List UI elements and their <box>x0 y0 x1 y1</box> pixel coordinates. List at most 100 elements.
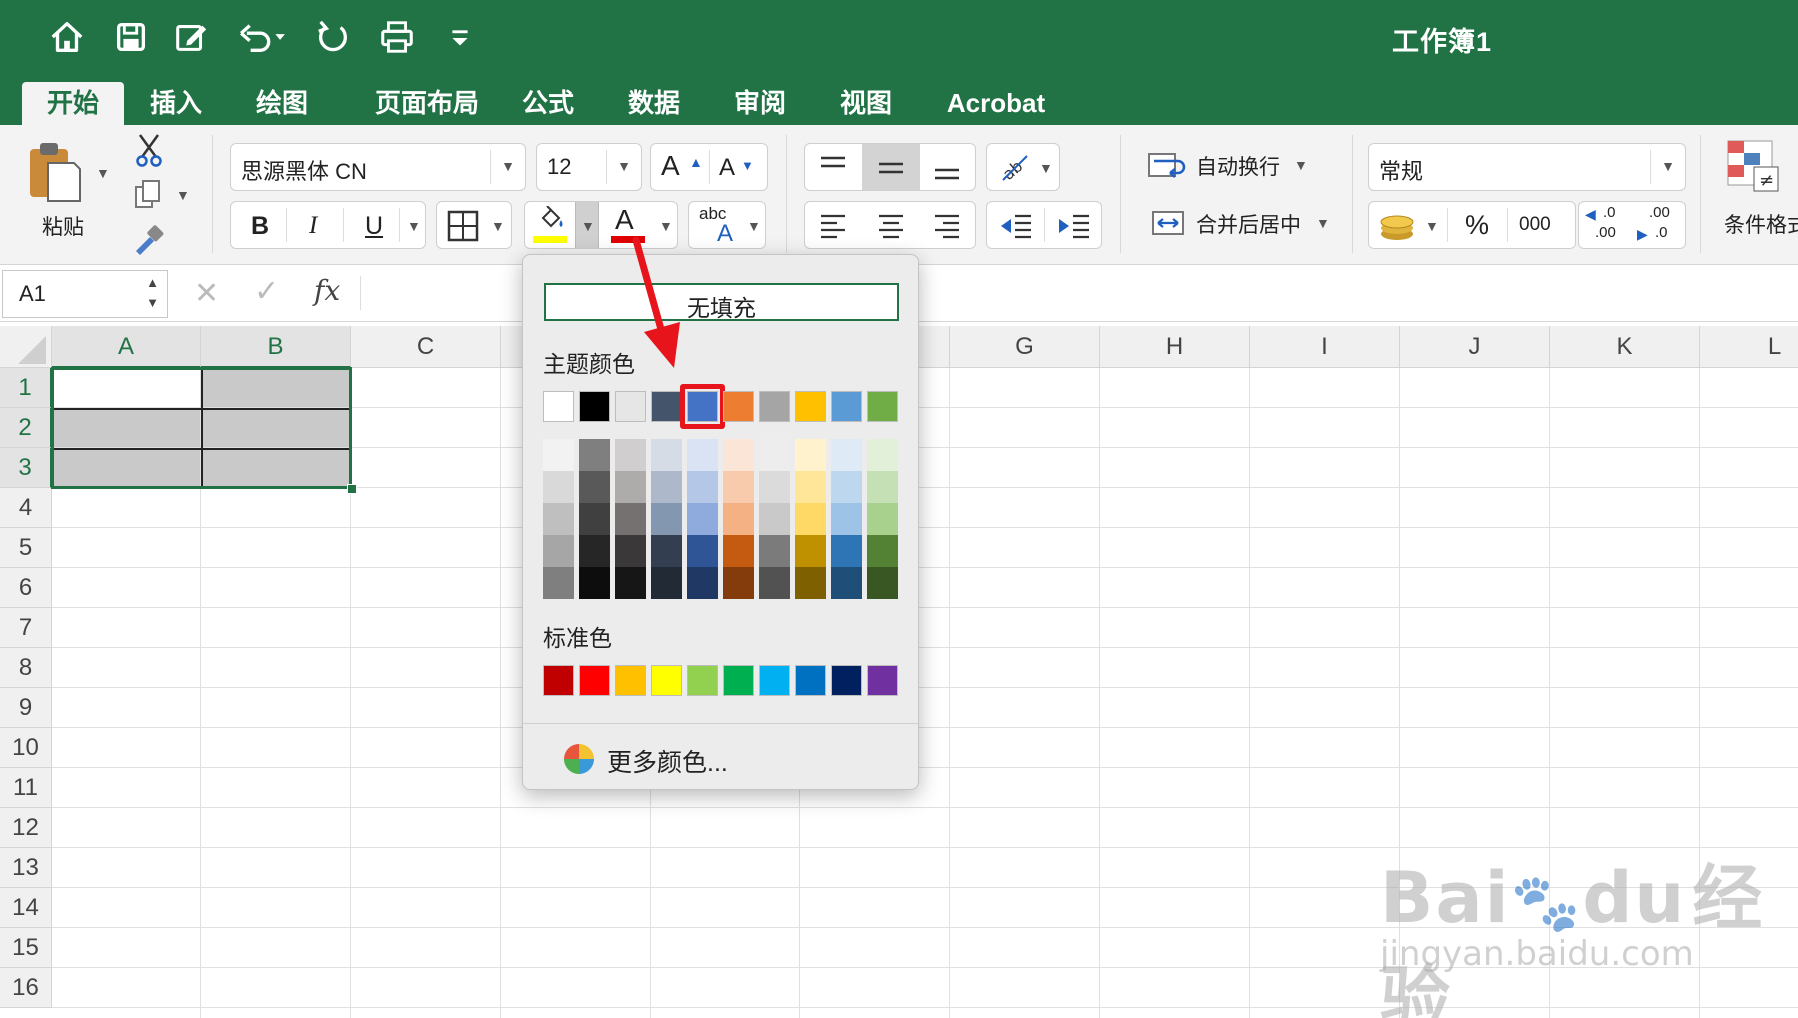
column-header[interactable]: H <box>1100 326 1250 368</box>
more-colors-button[interactable]: 更多颜色... <box>563 741 863 781</box>
home-icon[interactable] <box>48 18 86 56</box>
save-icon[interactable] <box>112 18 150 56</box>
theme-shade-swatch[interactable] <box>579 503 610 535</box>
row-header[interactable]: 15 <box>0 928 52 968</box>
undo-icon[interactable] <box>236 18 290 56</box>
standard-color-swatch[interactable] <box>687 665 718 696</box>
theme-shade-swatch[interactable] <box>723 471 754 503</box>
theme-shade-swatch[interactable] <box>867 567 898 599</box>
theme-color-swatch[interactable] <box>579 391 610 422</box>
standard-color-swatch[interactable] <box>615 665 646 696</box>
theme-color-swatch[interactable] <box>867 391 898 422</box>
tab-formulas[interactable]: 公式 <box>508 82 588 125</box>
font-name-select[interactable]: 思源黑体 CN ▼ <box>230 143 526 191</box>
theme-shade-swatch[interactable] <box>651 503 682 535</box>
standard-color-swatch[interactable] <box>795 665 826 696</box>
decrease-decimal-button[interactable]: .00 ▶ .0 <box>1635 204 1683 246</box>
row-header[interactable]: 11 <box>0 768 52 808</box>
theme-shade-swatch[interactable] <box>795 567 826 599</box>
row-header[interactable]: 4 <box>0 488 52 528</box>
theme-shade-swatch[interactable] <box>759 567 790 599</box>
column-header[interactable]: A <box>52 326 201 368</box>
standard-color-swatch[interactable] <box>723 665 754 696</box>
phonetic-button[interactable]: abc A ▼ <box>688 201 766 249</box>
italic-button[interactable]: I <box>309 212 317 240</box>
theme-shade-swatch[interactable] <box>615 503 646 535</box>
theme-shade-swatch[interactable] <box>759 503 790 535</box>
theme-shade-swatch[interactable] <box>867 503 898 535</box>
theme-shade-swatch[interactable] <box>759 471 790 503</box>
theme-shade-swatch[interactable] <box>615 535 646 567</box>
theme-shade-swatch[interactable] <box>651 439 682 471</box>
stepper-down-icon[interactable]: ▼ <box>146 295 159 310</box>
theme-color-swatch[interactable] <box>795 391 826 422</box>
theme-shade-swatch[interactable] <box>579 471 610 503</box>
theme-shade-swatch[interactable] <box>795 503 826 535</box>
copy-dropdown-icon[interactable]: ▼ <box>176 187 190 203</box>
tab-home[interactable]: 开始 <box>22 82 124 125</box>
column-header[interactable]: B <box>201 326 351 368</box>
row-header[interactable]: 9 <box>0 688 52 728</box>
align-middle-button[interactable] <box>862 144 920 190</box>
print-icon[interactable] <box>378 18 416 56</box>
tab-acrobat[interactable]: Acrobat <box>938 82 1054 125</box>
underline-button[interactable]: U <box>365 212 383 241</box>
theme-shade-swatch[interactable] <box>723 535 754 567</box>
bold-button[interactable]: B <box>251 212 269 241</box>
decrease-indent-icon[interactable] <box>999 212 1033 240</box>
tab-view[interactable]: 视图 <box>826 82 906 125</box>
theme-shade-swatch[interactable] <box>543 439 574 471</box>
edit-icon[interactable] <box>172 18 210 56</box>
format-painter-icon[interactable] <box>132 225 164 255</box>
thousands-button[interactable]: 000 <box>1519 214 1551 236</box>
grow-font-button[interactable]: A ▲ <box>651 144 709 190</box>
wrap-text-button[interactable]: 自动换行 ▼ <box>1148 145 1318 185</box>
tab-page-layout[interactable]: 页面布局 <box>356 82 498 125</box>
theme-shade-swatch[interactable] <box>867 439 898 471</box>
theme-shade-swatch[interactable] <box>831 471 862 503</box>
redo-icon[interactable] <box>314 18 352 56</box>
theme-shade-swatch[interactable] <box>579 567 610 599</box>
column-header[interactable]: G <box>950 326 1100 368</box>
standard-color-swatch[interactable] <box>543 665 574 696</box>
theme-shade-swatch[interactable] <box>543 471 574 503</box>
row-header[interactable]: 3 <box>0 448 52 488</box>
standard-color-swatch[interactable] <box>651 665 682 696</box>
row-header[interactable]: 5 <box>0 528 52 568</box>
insert-function-button[interactable]: fx <box>314 274 340 307</box>
row-header[interactable]: 16 <box>0 968 52 1008</box>
row-header[interactable]: 12 <box>0 808 52 848</box>
theme-shade-swatch[interactable] <box>795 471 826 503</box>
theme-shade-swatch[interactable] <box>723 503 754 535</box>
font-size-select[interactable]: 12 ▼ <box>536 143 642 191</box>
column-header[interactable]: I <box>1250 326 1400 368</box>
align-left-icon[interactable] <box>819 212 847 240</box>
theme-shade-swatch[interactable] <box>831 567 862 599</box>
column-header[interactable]: L <box>1700 326 1798 368</box>
align-bottom-icon[interactable] <box>933 154 961 182</box>
theme-shade-swatch[interactable] <box>543 535 574 567</box>
theme-shade-swatch[interactable] <box>543 503 574 535</box>
row-header[interactable]: 6 <box>0 568 52 608</box>
tab-insert[interactable]: 插入 <box>136 82 216 125</box>
fill-handle[interactable] <box>347 484 357 494</box>
standard-color-swatch[interactable] <box>579 665 610 696</box>
theme-shade-swatch[interactable] <box>723 567 754 599</box>
align-center-icon[interactable] <box>877 212 905 240</box>
percent-button[interactable]: % <box>1465 210 1489 241</box>
stepper-up-icon[interactable]: ▲ <box>146 275 159 290</box>
standard-color-swatch[interactable] <box>831 665 862 696</box>
tab-data[interactable]: 数据 <box>614 82 694 125</box>
theme-shade-swatch[interactable] <box>651 471 682 503</box>
theme-shade-swatch[interactable] <box>651 567 682 599</box>
row-header[interactable]: 7 <box>0 608 52 648</box>
theme-shade-swatch[interactable] <box>759 439 790 471</box>
theme-color-swatch[interactable] <box>759 391 790 422</box>
font-color-dropdown-icon[interactable]: ▼ <box>659 218 673 234</box>
align-right-icon[interactable] <box>933 212 961 240</box>
theme-shade-swatch[interactable] <box>723 439 754 471</box>
increase-indent-icon[interactable] <box>1057 212 1091 240</box>
theme-shade-swatch[interactable] <box>867 471 898 503</box>
row-header[interactable]: 1 <box>0 368 52 408</box>
underline-dropdown-icon[interactable]: ▼ <box>407 218 421 234</box>
